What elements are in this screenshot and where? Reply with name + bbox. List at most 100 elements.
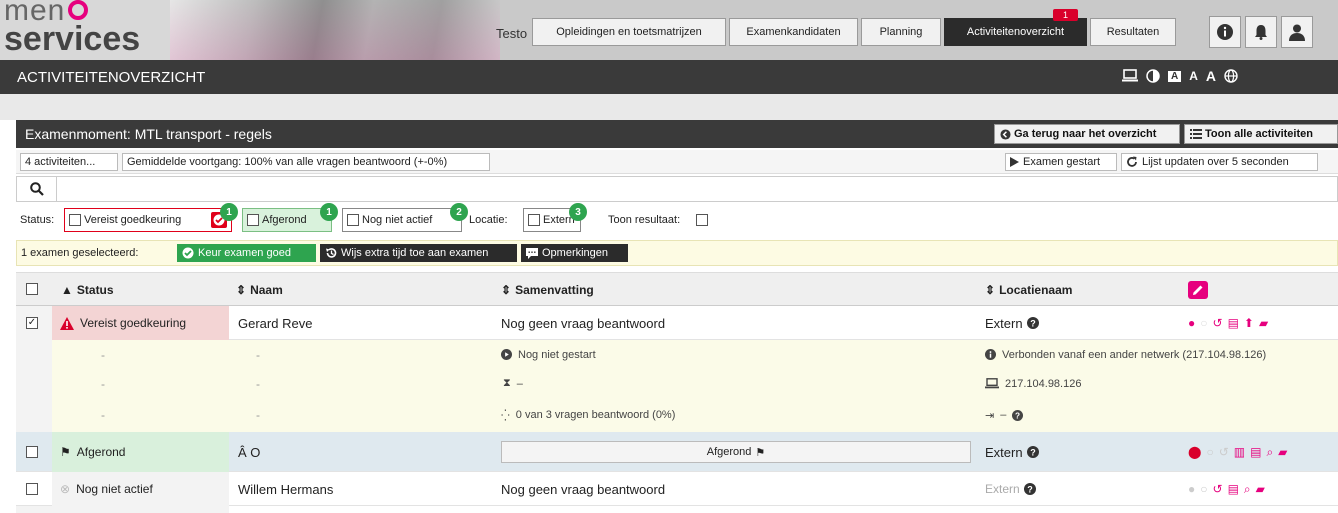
- bell-icon[interactable]: [1245, 16, 1277, 48]
- history-icon[interactable]: ↺: [1219, 445, 1229, 459]
- chip-label: 4 activiteiten...: [25, 156, 96, 168]
- column-label: Samenvatting: [515, 283, 594, 297]
- search-icon[interactable]: ⌕: [1244, 482, 1251, 497]
- stop-circle-icon[interactable]: ⬤: [1188, 445, 1201, 459]
- selection-bar: 1 examen geselecteerd: Keur examen goed …: [16, 240, 1338, 266]
- question-icon[interactable]: ?: [1026, 317, 1039, 329]
- approve-icon[interactable]: ●: [1188, 316, 1195, 330]
- comment-icon: [526, 247, 538, 259]
- extra-time-button[interactable]: Wijs extra tijd toe aan examen: [320, 244, 517, 262]
- row-checkbox[interactable]: [26, 446, 38, 458]
- list-icon[interactable]: ▤: [1228, 482, 1239, 496]
- times-circle-icon: ⊗: [60, 482, 71, 496]
- column-name[interactable]: ⇕ Naam: [236, 273, 283, 307]
- comment-icon[interactable]: ▰: [1256, 482, 1265, 496]
- list-icon: [1190, 129, 1202, 139]
- checkbox[interactable]: [528, 214, 540, 226]
- history-icon[interactable]: ↺: [1213, 482, 1223, 496]
- checkbox[interactable]: [347, 214, 359, 226]
- search-icon[interactable]: [17, 177, 57, 201]
- notification-badge: 1: [1052, 9, 1078, 21]
- tab-activiteitenoverzicht[interactable]: Activiteitenoverzicht 1: [944, 9, 1087, 46]
- search-icon[interactable]: ⌕: [1266, 445, 1273, 460]
- globe-icon[interactable]: [1224, 69, 1238, 83]
- upload-icon[interactable]: ⬆: [1244, 316, 1254, 330]
- activities-count[interactable]: 4 activiteiten...: [20, 153, 118, 171]
- text-size-small[interactable]: A: [1168, 70, 1182, 82]
- user-icon[interactable]: [1281, 16, 1313, 48]
- header-photo: [170, 0, 500, 60]
- location-label: Locatie:: [469, 214, 508, 226]
- question-icon[interactable]: ?: [1012, 409, 1024, 421]
- page-title-bar: ACTIVITEITENOVERZICHT A A A: [0, 60, 1338, 94]
- filter-nog-niet-actief[interactable]: Nog niet actief 2: [342, 203, 468, 232]
- row-checkbox[interactable]: [26, 483, 38, 495]
- button-label: Toon alle activiteiten: [1205, 128, 1313, 140]
- question-icon[interactable]: ?: [1026, 446, 1039, 458]
- column-label: Locatienaam: [999, 283, 1073, 297]
- name-cell: Gerard Reve: [238, 315, 313, 331]
- laptop-icon[interactable]: [1122, 69, 1138, 83]
- status-text: Afgerond: [76, 445, 126, 459]
- filter-extern[interactable]: Extern 3: [523, 203, 587, 232]
- circle-icon[interactable]: ○: [1200, 316, 1207, 330]
- tab-resultaten[interactable]: Resultaten: [1090, 18, 1176, 46]
- check-icon[interactable]: ●: [1188, 482, 1195, 496]
- list-update-button[interactable]: Lijst updaten over 5 seconden: [1121, 153, 1318, 171]
- comment-icon[interactable]: ▰: [1259, 316, 1268, 330]
- search-input[interactable]: [59, 179, 1329, 199]
- table-row[interactable]: ⊗ Nog niet actief Willem Hermans Nog gee…: [16, 472, 1338, 506]
- checkbox[interactable]: [69, 214, 81, 226]
- back-to-overview-button[interactable]: Ga terug naar het overzicht: [994, 124, 1180, 144]
- tab-opleidingen[interactable]: Opleidingen en toetsmatrijzen: [532, 18, 726, 46]
- chart-icon[interactable]: ▥: [1234, 445, 1245, 459]
- info-icon[interactable]: [1209, 16, 1241, 48]
- row-checkbox-checked[interactable]: ✓: [26, 317, 38, 329]
- column-summary[interactable]: ⇕ Samenvatting: [501, 273, 594, 307]
- comment-icon[interactable]: ▰: [1278, 445, 1287, 459]
- column-label: Naam: [250, 283, 283, 297]
- table-row[interactable]: ⚑ Afgerond Â O Afgerond ⚑ Extern ? ⬤ ○ ↺ …: [16, 432, 1338, 472]
- tab-label: Activiteitenoverzicht: [966, 26, 1065, 38]
- checkbox[interactable]: [247, 214, 259, 226]
- detail-row: - - Nog niet gestart Verbonden vanaf een…: [16, 340, 1338, 369]
- detail-row: - - ⁛ 0 van 3 vragen beantwoord (0%) ⇥ –…: [16, 398, 1338, 432]
- filter-vereist-goedkeuring[interactable]: Vereist goedkeuring 1: [64, 203, 238, 232]
- show-all-activities-button[interactable]: Toon alle activiteiten: [1184, 124, 1338, 144]
- column-location[interactable]: ⇕ Locatienaam: [985, 273, 1072, 307]
- list-icon[interactable]: ▤: [1250, 445, 1261, 459]
- header-icons: [1209, 16, 1313, 48]
- detail-text: Nog niet gestart: [518, 348, 596, 361]
- text-size-large[interactable]: A: [1206, 68, 1216, 84]
- arrow-left-circle-icon: [1000, 128, 1011, 140]
- table-row[interactable]: ✓ Vereist goedkeuring Gerard Reve Nog ge…: [16, 306, 1338, 340]
- edit-icon[interactable]: [1188, 281, 1208, 299]
- logo: men services: [0, 0, 170, 60]
- remarks-button[interactable]: Opmerkingen: [521, 244, 628, 262]
- circle-icon[interactable]: ○: [1200, 482, 1207, 496]
- list-icon[interactable]: ▤: [1228, 316, 1239, 330]
- logo-ring-icon: [68, 0, 89, 21]
- text-size-medium[interactable]: A: [1189, 69, 1198, 83]
- circle-icon[interactable]: ○: [1206, 445, 1213, 459]
- button-label: Opmerkingen: [542, 247, 609, 259]
- svg-text:?: ?: [1015, 411, 1020, 420]
- filter-afgerond[interactable]: Afgerond 1: [242, 203, 338, 232]
- contrast-icon[interactable]: [1146, 69, 1160, 83]
- status-label: Status:: [20, 214, 55, 226]
- filter-label: Vereist goedkeuring: [84, 214, 182, 226]
- exam-started-button[interactable]: Examen gestart: [1005, 153, 1117, 171]
- dash: -: [101, 376, 105, 391]
- site-text: Testo: [496, 26, 528, 41]
- approve-exam-button[interactable]: Keur examen goed: [177, 244, 316, 262]
- tab-examenkandidaten[interactable]: Examenkandidaten: [729, 18, 858, 46]
- show-result-checkbox[interactable]: [696, 214, 708, 226]
- tab-planning[interactable]: Planning: [861, 18, 941, 46]
- select-all-checkbox[interactable]: [26, 283, 38, 295]
- chip-label: Gemiddelde voortgang: 100% van alle vrag…: [127, 156, 448, 168]
- column-status[interactable]: ▲ Status: [61, 273, 114, 307]
- start-status: Nog niet gestart: [501, 340, 596, 369]
- history-icon[interactable]: ↺: [1213, 316, 1223, 330]
- summary-cell: Nog geen vraag beantwoord: [501, 315, 666, 331]
- question-icon[interactable]: ?: [1023, 483, 1036, 495]
